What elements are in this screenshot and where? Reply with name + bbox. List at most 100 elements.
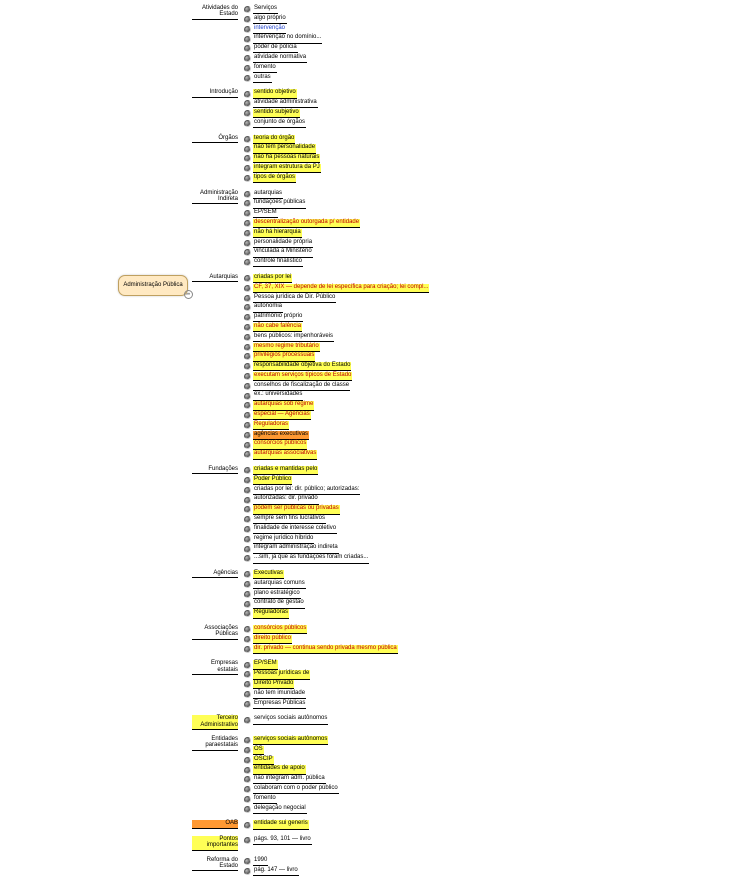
expand-dot-icon[interactable]: [244, 191, 251, 198]
node[interactable]: autarquias associativas: [244, 450, 429, 459]
root-node[interactable]: Administração Pública: [118, 275, 188, 296]
expand-dot-icon[interactable]: [244, 610, 251, 617]
expand-dot-icon[interactable]: [244, 767, 251, 774]
expand-dot-icon[interactable]: [244, 45, 251, 52]
node[interactable]: criadas por lei: dir. público; autorizad…: [244, 486, 369, 495]
node[interactable]: intervenção: [244, 25, 322, 34]
expand-dot-icon[interactable]: [244, 383, 251, 390]
node[interactable]: consórcios públicos: [244, 440, 429, 449]
expand-dot-icon[interactable]: [244, 220, 251, 227]
node[interactable]: serviços sociais autônomos: [244, 736, 339, 745]
expand-dot-icon[interactable]: [244, 516, 251, 523]
expand-dot-icon[interactable]: [244, 295, 251, 302]
node[interactable]: poder de polícia: [244, 44, 322, 53]
expand-dot-icon[interactable]: [244, 155, 251, 162]
expand-dot-icon[interactable]: [244, 555, 251, 562]
node[interactable]: Reguladoras: [244, 609, 306, 618]
expand-dot-icon[interactable]: [244, 304, 251, 311]
expand-dot-icon[interactable]: [244, 16, 251, 23]
expand-dot-icon[interactable]: [244, 546, 251, 553]
node[interactable]: serviços sociais autônomos: [244, 715, 328, 724]
node[interactable]: Serviços: [244, 5, 322, 14]
branch-label[interactable]: Órgãos: [192, 135, 238, 143]
expand-dot-icon[interactable]: [244, 526, 251, 533]
node[interactable]: fomento: [244, 64, 322, 73]
node[interactable]: ...sim, já que as fundações foram criada…: [244, 554, 369, 563]
expand-dot-icon[interactable]: [244, 334, 251, 341]
node[interactable]: criadas por lei: [244, 274, 429, 283]
node[interactable]: pág. 147 — livro: [244, 867, 299, 876]
expand-dot-icon[interactable]: [244, 806, 251, 813]
node[interactable]: OS: [244, 746, 339, 755]
expand-dot-icon[interactable]: [244, 506, 251, 513]
expand-dot-icon[interactable]: [244, 100, 251, 107]
expand-dot-icon[interactable]: [244, 240, 251, 247]
expand-dot-icon[interactable]: [244, 120, 251, 127]
expand-dot-icon[interactable]: [244, 442, 251, 449]
node[interactable]: agências executivas: [244, 431, 429, 440]
node[interactable]: podem ser públicas ou privadas: [244, 505, 369, 514]
node[interactable]: mesmo regime tributário: [244, 343, 429, 352]
expand-dot-icon[interactable]: [244, 837, 251, 844]
node[interactable]: atividade normativa: [244, 54, 322, 63]
node[interactable]: integram estrutura da PJ: [244, 164, 321, 173]
branch-label[interactable]: Entidades paraestatais: [192, 736, 238, 751]
node[interactable]: autarquias comuns: [244, 580, 306, 589]
node[interactable]: responsabilidade objetiva do Estado: [244, 362, 429, 371]
expand-dot-icon[interactable]: [244, 601, 251, 608]
node[interactable]: privilégios processuais: [244, 352, 429, 361]
node[interactable]: delegação negocial: [244, 805, 339, 814]
expand-dot-icon[interactable]: [244, 747, 251, 754]
node[interactable]: autarquias sob regime: [244, 401, 429, 410]
branch-label[interactable]: Administração Indireta: [192, 190, 238, 205]
node[interactable]: teoria do órgão: [244, 135, 321, 144]
expand-dot-icon[interactable]: [244, 285, 251, 292]
node[interactable]: autarquias: [244, 190, 360, 199]
expand-dot-icon[interactable]: [244, 646, 251, 653]
node[interactable]: executam serviços típicos de Estado: [244, 372, 429, 381]
node[interactable]: colaboram com o poder público: [244, 785, 339, 794]
expand-dot-icon[interactable]: [244, 353, 251, 360]
expand-dot-icon[interactable]: [244, 822, 251, 829]
expand-dot-icon[interactable]: [244, 626, 251, 633]
node[interactable]: conjunto de órgãos: [244, 119, 318, 128]
expand-dot-icon[interactable]: [244, 65, 251, 72]
node[interactable]: consórcios públicos: [244, 625, 398, 634]
expand-dot-icon[interactable]: [244, 536, 251, 543]
expand-dot-icon[interactable]: [244, 412, 251, 419]
node[interactable]: EP/SEM: [244, 660, 310, 669]
expand-dot-icon[interactable]: [244, 451, 251, 458]
node[interactable]: Reguladoras: [244, 421, 429, 430]
expand-dot-icon[interactable]: [244, 737, 251, 744]
node[interactable]: patrimônio próprio: [244, 313, 429, 322]
node[interactable]: atividade administrativa: [244, 99, 318, 108]
node[interactable]: Empresas Públicas: [244, 700, 310, 709]
expand-dot-icon[interactable]: [244, 776, 251, 783]
expand-dot-icon[interactable]: [244, 230, 251, 237]
expand-dot-icon[interactable]: [244, 757, 251, 764]
node[interactable]: integram administração indireta: [244, 544, 369, 553]
branch-label[interactable]: Empresas estatais: [192, 660, 238, 675]
node[interactable]: não integram adm. pública: [244, 775, 339, 784]
node[interactable]: descentralização outorgada p/ entidade: [244, 219, 360, 228]
node[interactable]: Pessoas jurídicas de: [244, 670, 310, 679]
expand-dot-icon[interactable]: [244, 210, 251, 217]
node[interactable]: Poder Público: [244, 476, 369, 485]
node[interactable]: regime jurídico híbrido: [244, 535, 369, 544]
node[interactable]: criadas e mantidas pelo: [244, 466, 369, 475]
node[interactable]: sempre sem fins lucrativos: [244, 515, 369, 524]
node[interactable]: entidades de apoio: [244, 765, 339, 774]
node[interactable]: Pessoa jurídica de Dir. Público: [244, 294, 429, 303]
expand-dot-icon[interactable]: [244, 393, 251, 400]
expand-dot-icon[interactable]: [244, 432, 251, 439]
node[interactable]: plano estratégico: [244, 590, 306, 599]
node[interactable]: sentido objetivo: [244, 89, 318, 98]
node[interactable]: não há hierarquia: [244, 229, 360, 238]
node[interactable]: não tem imunidade: [244, 690, 310, 699]
node[interactable]: Direito Privado: [244, 680, 310, 689]
node[interactable]: intervenção no domínio...: [244, 34, 322, 43]
branch-label[interactable]: Fundações: [192, 466, 238, 474]
node[interactable]: finalidade de interesse coletivo: [244, 525, 369, 534]
branch-label[interactable]: Reforma do Estado: [192, 857, 238, 872]
node[interactable]: EP/SEM: [244, 209, 360, 218]
